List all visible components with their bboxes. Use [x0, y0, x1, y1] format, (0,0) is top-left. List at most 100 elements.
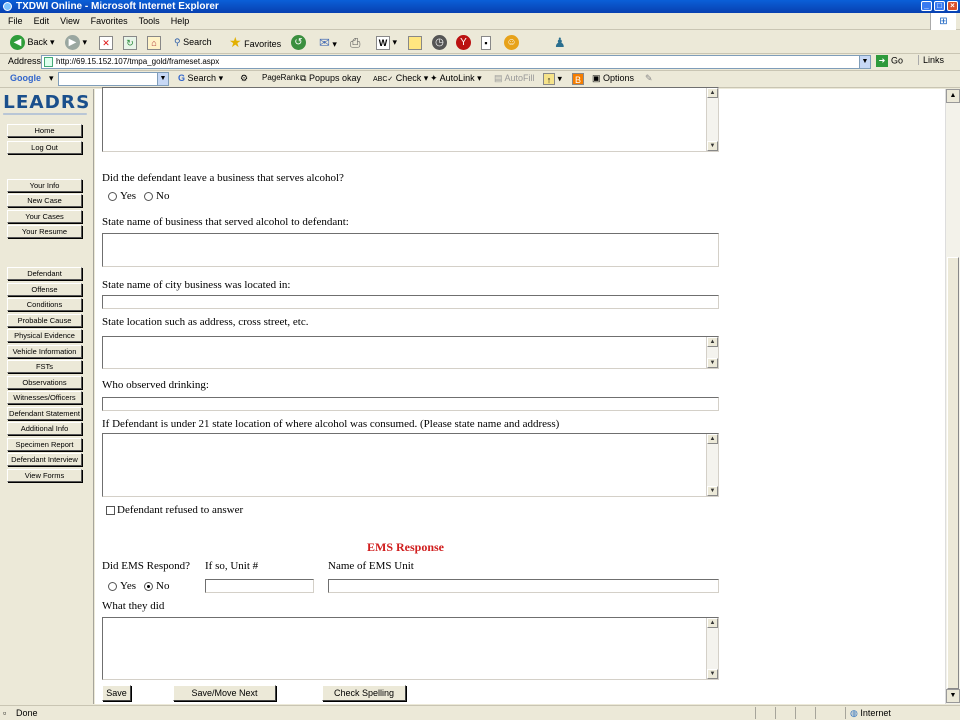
links-button[interactable]: Links [918, 55, 944, 65]
page-scroll-up-icon[interactable]: ▲ [946, 89, 960, 103]
scroll-down-icon[interactable]: ▼ [707, 669, 718, 679]
address-dropdown-icon[interactable]: ▼ [859, 56, 870, 68]
news-icon[interactable]: ⚙ [240, 73, 248, 84]
refused-checkbox[interactable] [106, 506, 115, 515]
scroll-down-icon[interactable]: ▼ [707, 141, 718, 151]
forward-button[interactable]: ▶ ▾ [65, 34, 87, 51]
up-button[interactable]: ↑ ▾ [543, 73, 562, 85]
nav-log-out[interactable]: Log Out [7, 141, 82, 154]
yahoo-button[interactable]: Y [456, 34, 471, 51]
close-button[interactable]: × [947, 1, 958, 11]
nav-offense[interactable]: Offense [7, 283, 82, 296]
save-move-next-button[interactable]: Save/Move Next [173, 685, 276, 701]
menu-help[interactable]: Help [171, 13, 190, 30]
nav-defendant-interview[interactable]: Defendant Interview [7, 453, 82, 466]
scroll-up-icon[interactable]: ▲ [707, 434, 718, 444]
location-scrollbar[interactable]: ▲ ▼ [706, 337, 718, 368]
users-icon: ♟ [554, 35, 566, 50]
nav-specimen-report[interactable]: Specimen Report [7, 438, 82, 451]
nav-new-case[interactable]: New Case [7, 194, 82, 207]
scroll-down-icon[interactable]: ▼ [707, 358, 718, 368]
google-search-input[interactable]: ▼ [58, 72, 169, 86]
location-textarea[interactable]: ▲ ▼ [102, 336, 719, 369]
city-input[interactable] [102, 295, 719, 309]
menu-view[interactable]: View [60, 13, 79, 30]
scroll-up-icon[interactable]: ▲ [707, 337, 718, 347]
device-button[interactable]: ▪ [481, 34, 491, 51]
autofill-button[interactable]: ▤ AutoFill [494, 73, 535, 84]
nav-your-info[interactable]: Your Info [7, 179, 82, 192]
stop-button[interactable]: ✕ [99, 34, 113, 51]
autolink-button[interactable]: ✦ AutoLink ▾ [430, 73, 482, 84]
spellcheck-button[interactable]: ABC✓ Check ▾ [373, 73, 428, 84]
nav-defendant[interactable]: Defendant [7, 267, 82, 280]
maximize-button[interactable]: □ [934, 1, 945, 11]
nav-home[interactable]: Home [7, 124, 82, 137]
nav-conditions[interactable]: Conditions [7, 298, 82, 311]
nav-physical-evidence[interactable]: Physical Evidence [7, 329, 82, 342]
messenger-button[interactable]: ◷ [432, 34, 447, 51]
users-button[interactable]: ♟ [554, 34, 566, 51]
nav-defendant-statement[interactable]: Defendant Statement [7, 407, 82, 420]
smiley-button[interactable]: ☺ [504, 34, 519, 51]
refresh-button[interactable]: ↻ [123, 34, 137, 51]
menu-file[interactable]: File [8, 13, 23, 30]
nav-probable-cause[interactable]: Probable Cause [7, 314, 82, 327]
textarea-scrollbar[interactable]: ▲ ▼ [706, 88, 718, 151]
menu-tools[interactable]: Tools [139, 13, 160, 30]
popups-button[interactable]: ⧉ Popups okay [300, 73, 361, 84]
nav-observations[interactable]: Observations [7, 376, 82, 389]
ems-no-radio[interactable] [144, 582, 153, 591]
favorites-button[interactable]: ★ Favorites [229, 34, 281, 51]
back-arrow-icon: ◀ [10, 35, 25, 51]
options-button[interactable]: ▣ Options [592, 73, 634, 84]
nav-additional-info[interactable]: Additional Info [7, 422, 82, 435]
observed-input[interactable] [102, 397, 719, 411]
google-search-dropdown-icon[interactable]: ▼ [157, 73, 168, 85]
print-button[interactable]: ⎙ [350, 34, 360, 51]
ems-name-input[interactable] [328, 579, 719, 593]
scroll-down-icon[interactable]: ▼ [707, 486, 718, 496]
search-button[interactable]: ⚲ Search [174, 34, 212, 51]
what-they-did-textarea[interactable]: ▲ ▼ [102, 617, 719, 680]
nav-vehicle-information[interactable]: Vehicle Information [7, 345, 82, 358]
ems-yes-radio[interactable] [108, 582, 117, 591]
back-button[interactable]: ◀ Back ▾ [10, 34, 55, 51]
nav-your-resume[interactable]: Your Resume [7, 225, 82, 238]
go-button[interactable]: ➜ Go [876, 55, 903, 67]
google-logo[interactable]: Google [10, 73, 41, 83]
scroll-up-icon[interactable]: ▲ [707, 88, 718, 98]
nav-your-cases[interactable]: Your Cases [7, 210, 82, 223]
google-dropdown-icon[interactable]: ▾ [49, 73, 54, 84]
blogger-button[interactable]: B [572, 73, 584, 85]
save-button[interactable]: Save [102, 685, 131, 701]
business-name-textarea[interactable] [102, 233, 719, 267]
previous-textarea[interactable]: ▲ ▼ [102, 87, 719, 152]
unit-input[interactable] [205, 579, 314, 593]
business-yes-radio[interactable] [108, 192, 117, 201]
nav-view-forms[interactable]: View Forms [7, 469, 82, 482]
nav-fsts[interactable]: FSTs [7, 360, 82, 373]
menu-edit[interactable]: Edit [34, 13, 50, 30]
scroll-up-icon[interactable]: ▲ [707, 618, 718, 628]
what-they-did-scrollbar[interactable]: ▲ ▼ [706, 618, 718, 679]
edit-word-button[interactable]: W ▾ [376, 34, 397, 51]
check-spelling-button[interactable]: Check Spelling [322, 685, 406, 701]
under21-scrollbar[interactable]: ▲ ▼ [706, 434, 718, 496]
page-scroll-down-icon[interactable]: ▼ [946, 689, 960, 703]
home-button[interactable]: ⌂ [147, 34, 161, 51]
menu-favorites[interactable]: Favorites [91, 13, 128, 30]
discuss-button[interactable] [408, 34, 422, 51]
history-button[interactable]: ↺ [291, 34, 306, 51]
pencil-icon[interactable]: ✎ [645, 73, 653, 84]
page-scrollbar[interactable]: ▲ ▼ [945, 89, 960, 704]
address-input[interactable]: http://69.15.152.107/tmpa_gold/frameset.… [41, 55, 871, 69]
nav-witnesses-officers[interactable]: Witnesses/Officers [7, 391, 82, 404]
mail-button[interactable]: ✉ ▾ [319, 34, 337, 51]
business-no-radio[interactable] [144, 192, 153, 201]
page-scroll-thumb[interactable] [947, 257, 959, 689]
standard-toolbar: ◀ Back ▾ ▶ ▾ ✕ ↻ ⌂ ⚲ Search ★ Favorites … [0, 31, 960, 54]
under21-textarea[interactable]: ▲ ▼ [102, 433, 719, 497]
google-search-button[interactable]: G Search ▾ [178, 73, 223, 84]
minimize-button[interactable]: _ [921, 1, 932, 11]
